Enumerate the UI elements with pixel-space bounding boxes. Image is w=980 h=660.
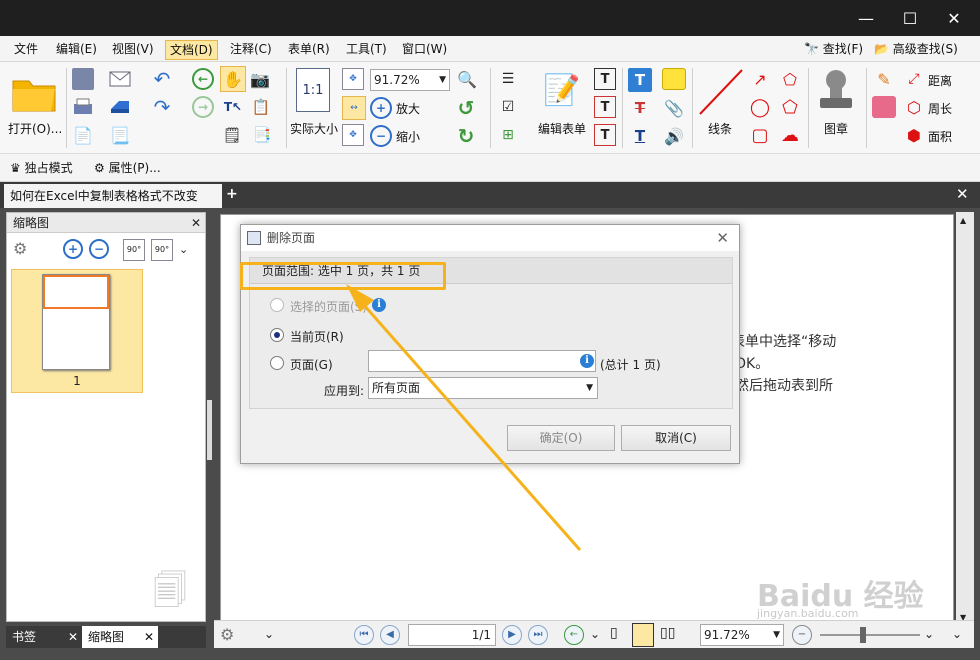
annotation-arrow [346, 284, 582, 551]
